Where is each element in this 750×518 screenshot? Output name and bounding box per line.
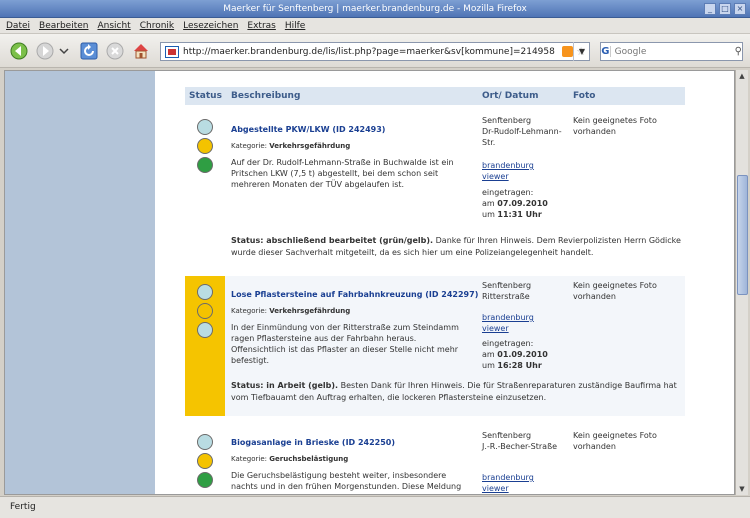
search-input[interactable] [610, 46, 735, 57]
menu-bearbeiten[interactable]: Bearbeiten [39, 21, 88, 31]
header-beschreibung: Beschreibung [231, 91, 301, 101]
navigation-toolbar: ☆ ▼ G ⚲ [0, 34, 750, 68]
scroll-thumb[interactable] [737, 175, 748, 295]
close-icon[interactable]: × [734, 3, 746, 15]
menubar: Datei Bearbeiten Ansicht Chronik Lesezei… [0, 18, 750, 34]
history-dropdown-icon[interactable] [58, 42, 70, 60]
menu-hilfe[interactable]: Hilfe [285, 21, 305, 31]
maximize-icon[interactable]: □ [719, 3, 731, 15]
home-icon[interactable] [132, 42, 150, 60]
header-ort-datum: Ort/ Datum [482, 91, 539, 101]
scroll-up-icon[interactable]: ▲ [736, 70, 748, 82]
menu-datei[interactable]: Datei [6, 21, 30, 31]
url-bar[interactable]: ☆ [160, 42, 590, 61]
window-titlebar: Maerker für Senftenberg | maerker.brande… [0, 0, 750, 18]
entry-date: eingetragen: am 01.09.2010 um 16:28 Uhr [482, 339, 548, 370]
entry-location: Senftenberg Dr-Rudolf-Lehmann-Str. [482, 116, 562, 147]
table-header: Status Beschreibung Ort/ Datum Foto [185, 87, 685, 105]
menu-lesezeichen[interactable]: Lesezeichen [183, 21, 238, 31]
entry-title-link[interactable]: Abgestellte PKW/LKW (ID 242493) [231, 125, 385, 134]
search-engine-icon[interactable]: G [601, 46, 611, 57]
status-text: Fertig [10, 502, 36, 512]
forward-icon[interactable] [36, 42, 54, 60]
url-input[interactable] [183, 46, 563, 57]
entry-title-link[interactable]: Lose Pflastersteine auf Fahrbahnkreuzung… [231, 290, 478, 299]
site-favicon-icon [165, 45, 179, 58]
reload-icon[interactable] [80, 42, 98, 60]
entry-title-link[interactable]: Biogasanlage in Brieske (ID 242250) [231, 438, 395, 447]
back-icon[interactable] [10, 42, 28, 60]
menu-chronik[interactable]: Chronik [140, 21, 174, 31]
entry-foto: Kein geeignetes Foto vorhanden [573, 281, 657, 301]
vertical-scrollbar[interactable]: ▲ ▼ [735, 70, 748, 495]
entry-foto: Kein geeignetes Foto vorhanden [573, 116, 657, 136]
scroll-down-icon[interactable]: ▼ [736, 483, 748, 495]
entry-status: Status: abschließend bearbeitet (grün/ge… [231, 236, 681, 257]
menu-ansicht[interactable]: Ansicht [97, 21, 130, 31]
menu-extras[interactable]: Extras [247, 21, 275, 31]
stop-icon[interactable] [106, 42, 124, 60]
url-dropdown-icon[interactable]: ▼ [573, 42, 590, 61]
brandenburg-viewer-link[interactable]: brandenburg viewer [482, 312, 552, 334]
page-sidebar [5, 71, 155, 494]
entry-description: Die Geruchsbelästigung besteht weiter, i… [231, 471, 462, 491]
traffic-light-icon [194, 117, 216, 179]
entry-location: Senftenberg Ritterstraße [482, 281, 532, 301]
header-status: Status [189, 91, 222, 101]
entry-date: eingetragen: am 07.09.2010 um 11:31 Uhr [482, 188, 548, 219]
entry-status: Status: in Arbeit (gelb). Besten Dank fü… [231, 381, 677, 402]
brandenburg-viewer-link[interactable]: brandenburg viewer [482, 160, 552, 182]
window-title: Maerker für Senftenberg | maerker.brande… [223, 4, 527, 14]
brandenburg-viewer-link[interactable]: brandenburg viewer [482, 472, 552, 494]
traffic-light-icon [194, 432, 216, 494]
search-bar[interactable]: G ⚲ [600, 42, 743, 61]
minimize-icon[interactable]: _ [704, 3, 716, 15]
entry-location: Senftenberg J.-R.-Becher-Straße [482, 431, 558, 451]
entry-description: In der Einmündung von der Ritterstraße z… [231, 323, 459, 365]
header-foto: Foto [573, 91, 596, 101]
entry-foto: Kein geeignetes Foto vorhanden [573, 431, 657, 451]
search-icon[interactable]: ⚲ [735, 46, 742, 57]
entry-category: Kategorie: Verkehrsgefährdung [231, 307, 351, 315]
page-viewport: Status Beschreibung Ort/ Datum Foto Abge… [4, 70, 735, 495]
traffic-light-icon [194, 282, 216, 344]
entry-category: Kategorie: Geruchsbelästigung [231, 455, 349, 463]
entry-category: Kategorie: Verkehrsgefährdung [231, 142, 351, 150]
status-bar: Fertig [0, 496, 750, 518]
entry-description: Auf der Dr. Rudolf-Lehmann-Straße in Buc… [231, 158, 454, 189]
rss-feed-icon[interactable] [562, 46, 574, 57]
